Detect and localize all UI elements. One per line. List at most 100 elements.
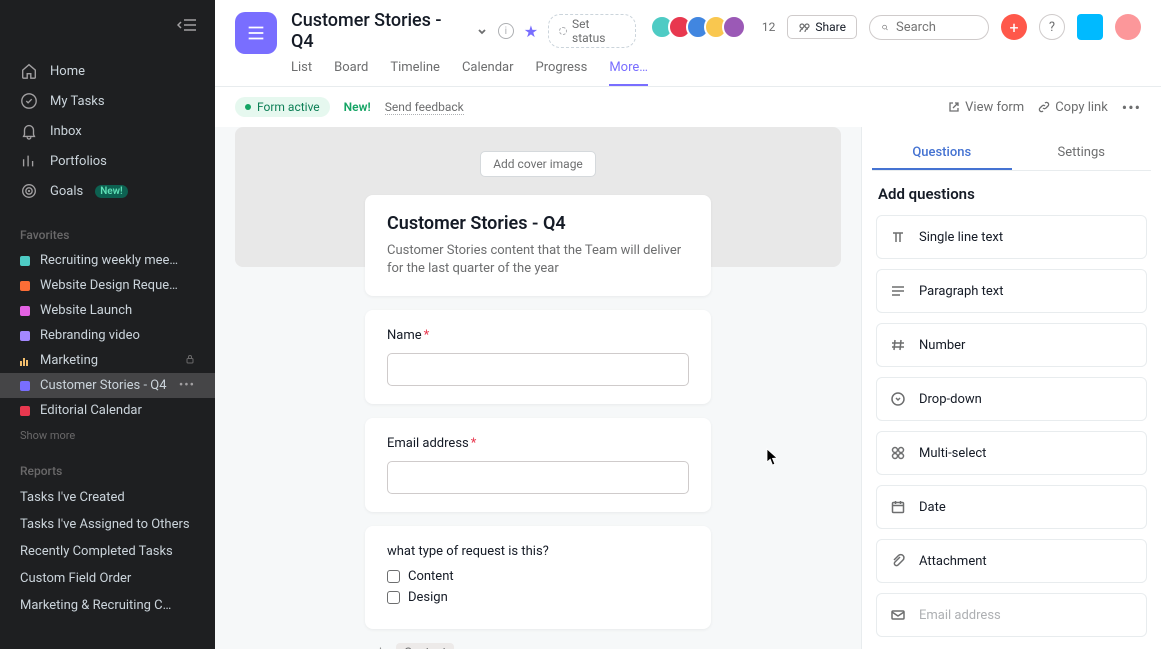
nav-inbox[interactable]: Inbox bbox=[0, 116, 215, 146]
send-feedback-link[interactable]: Send feedback bbox=[385, 100, 464, 115]
name-input[interactable] bbox=[387, 353, 689, 386]
project-icon[interactable] bbox=[235, 12, 277, 54]
tab-timeline[interactable]: Timeline bbox=[390, 60, 440, 86]
field-label: what type of request is this? bbox=[387, 544, 549, 559]
profile-avatar[interactable] bbox=[1115, 14, 1141, 40]
tab-list[interactable]: List bbox=[291, 60, 312, 86]
question-type-date[interactable]: Date bbox=[876, 485, 1147, 529]
global-add-button[interactable]: + bbox=[1001, 14, 1027, 40]
report-item[interactable]: Tasks I've Assigned to Others bbox=[0, 511, 215, 538]
favorite-item[interactable]: Recruiting weekly mee… bbox=[0, 248, 215, 273]
nav-my-tasks[interactable]: My Tasks bbox=[0, 86, 215, 116]
tab-calendar[interactable]: Calendar bbox=[462, 60, 514, 86]
form-description[interactable]: Customer Stories content that the Team w… bbox=[387, 242, 689, 278]
project-color-icon bbox=[20, 406, 30, 416]
nav-goals[interactable]: GoalsNew! bbox=[0, 176, 215, 206]
para-icon bbox=[889, 282, 907, 300]
topbar: Customer Stories - Q4 i ★ Set status Lis… bbox=[215, 0, 1161, 87]
member-count: 12 bbox=[762, 20, 776, 34]
favorite-item[interactable]: Customer Stories - Q4••• bbox=[0, 373, 215, 398]
date-icon bbox=[889, 498, 907, 516]
project-color-icon bbox=[20, 331, 30, 341]
form-field-email[interactable]: Email address* bbox=[365, 418, 711, 512]
bell-icon bbox=[20, 122, 38, 140]
form-builder-area: Add cover image Customer Stories - Q4 Cu… bbox=[215, 127, 861, 649]
email-input[interactable] bbox=[387, 461, 689, 494]
sidebar: HomeMy TasksInboxPortfoliosGoalsNew! Fav… bbox=[0, 0, 215, 649]
copy-link-button[interactable]: Copy link bbox=[1038, 100, 1108, 115]
branch-value-chip[interactable]: Content bbox=[396, 643, 454, 649]
report-item[interactable]: Recently Completed Tasks bbox=[0, 538, 215, 565]
new-label: New! bbox=[344, 100, 371, 114]
branch-condition[interactable]: ▾ is Content bbox=[365, 643, 711, 649]
required-marker: * bbox=[471, 436, 477, 451]
project-color-icon bbox=[20, 281, 30, 291]
search-input[interactable] bbox=[869, 15, 989, 40]
nav-portfolios[interactable]: Portfolios bbox=[0, 146, 215, 176]
new-badge: New! bbox=[95, 185, 128, 198]
form-active-badge[interactable]: Form active bbox=[235, 97, 330, 117]
dropdown-icon bbox=[889, 390, 907, 408]
report-item[interactable]: Marketing & Recruiting C… bbox=[0, 592, 215, 619]
search-field[interactable] bbox=[896, 20, 976, 35]
questions-panel: QuestionsSettings Add questions Single l… bbox=[861, 127, 1161, 649]
star-icon[interactable]: ★ bbox=[524, 22, 538, 41]
main: Customer Stories - Q4 i ★ Set status Lis… bbox=[215, 0, 1161, 649]
add-cover-image-button[interactable]: Add cover image bbox=[480, 151, 596, 177]
bars-icon bbox=[20, 152, 38, 170]
favorites-header: Favorites bbox=[0, 212, 215, 248]
item-menu-icon[interactable]: ••• bbox=[179, 378, 195, 393]
favorite-item[interactable]: Website Launch bbox=[0, 298, 215, 323]
favorite-item[interactable]: Editorial Calendar bbox=[0, 398, 215, 423]
favorite-item[interactable]: Website Design Reque… bbox=[0, 273, 215, 298]
sidebar-collapse-button[interactable] bbox=[0, 0, 215, 50]
form-title[interactable]: Customer Stories - Q4 bbox=[387, 213, 689, 234]
info-icon[interactable]: i bbox=[498, 23, 514, 39]
question-type-text[interactable]: Single line text bbox=[876, 215, 1147, 259]
checkbox-icon bbox=[387, 570, 400, 583]
share-button[interactable]: Share bbox=[787, 15, 857, 39]
project-title[interactable]: Customer Stories - Q4 bbox=[291, 10, 466, 52]
tab-progress[interactable]: Progress bbox=[536, 60, 588, 86]
report-item[interactable]: Custom Field Order bbox=[0, 565, 215, 592]
number-icon bbox=[889, 336, 907, 354]
favorite-item[interactable]: Rebranding video bbox=[0, 323, 215, 348]
project-color-icon bbox=[20, 256, 30, 266]
field-label: Name bbox=[387, 328, 422, 343]
multi-icon bbox=[889, 444, 907, 462]
panel-tab-questions[interactable]: Questions bbox=[872, 137, 1012, 170]
report-item[interactable]: Tasks I've Created bbox=[0, 484, 215, 511]
text-icon bbox=[889, 228, 907, 246]
question-type-number[interactable]: Number bbox=[876, 323, 1147, 367]
member-avatars[interactable] bbox=[650, 15, 746, 39]
tab-board[interactable]: Board bbox=[334, 60, 368, 86]
option-content[interactable]: Content bbox=[387, 569, 689, 584]
lock-icon bbox=[185, 353, 195, 368]
question-type-multi[interactable]: Multi-select bbox=[876, 431, 1147, 475]
title-chevron-icon[interactable] bbox=[476, 22, 488, 41]
question-type-dropdown[interactable]: Drop-down bbox=[876, 377, 1147, 421]
question-type-para[interactable]: Paragraph text bbox=[876, 269, 1147, 313]
workspace-switcher[interactable] bbox=[1077, 14, 1103, 40]
panel-tab-settings[interactable]: Settings bbox=[1012, 137, 1152, 170]
question-type-email[interactable]: Email address bbox=[876, 593, 1147, 637]
option-design[interactable]: Design bbox=[387, 590, 689, 605]
email-icon bbox=[889, 606, 907, 624]
form-header-card[interactable]: Customer Stories - Q4 Customer Stories c… bbox=[365, 195, 711, 296]
more-actions-icon[interactable]: ••• bbox=[1122, 98, 1141, 117]
form-toolbar: Form active New! Send feedback View form… bbox=[215, 87, 1161, 127]
home-icon bbox=[20, 62, 38, 80]
tab-more[interactable]: More… bbox=[609, 60, 648, 86]
favorite-item[interactable]: Marketing bbox=[0, 348, 215, 373]
required-marker: * bbox=[424, 328, 430, 343]
nav-home[interactable]: Home bbox=[0, 56, 215, 86]
question-type-attach[interactable]: Attachment bbox=[876, 539, 1147, 583]
form-field-request-type[interactable]: what type of request is this? Content De… bbox=[365, 526, 711, 629]
chevron-down-icon: ▾ bbox=[365, 645, 371, 649]
help-button[interactable]: ? bbox=[1039, 14, 1065, 40]
view-form-link[interactable]: View form bbox=[948, 100, 1024, 115]
set-status-button[interactable]: Set status bbox=[548, 14, 636, 48]
bars-icon bbox=[20, 356, 30, 366]
show-more-link[interactable]: Show more bbox=[0, 423, 215, 448]
form-field-name[interactable]: Name* bbox=[365, 310, 711, 404]
